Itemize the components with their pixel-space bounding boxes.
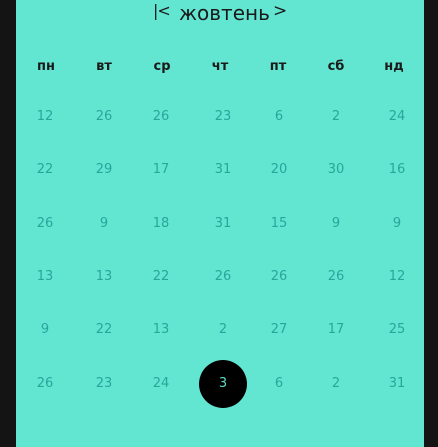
day-cell[interactable]: 12 (23, 95, 67, 139)
day-cell[interactable]: 29 (82, 148, 126, 192)
day-cell[interactable]: 26 (201, 255, 245, 299)
day-cell[interactable]: 9 (314, 202, 358, 246)
day-cell[interactable]: 6 (257, 95, 301, 139)
day-cell[interactable]: 13 (82, 255, 126, 299)
day-cell[interactable]: 26 (23, 202, 67, 246)
day-cell[interactable]: 26 (82, 95, 126, 139)
day-cell[interactable]: 13 (23, 255, 67, 299)
day-cell[interactable]: 2 (314, 95, 358, 139)
day-cell[interactable]: 16 (375, 148, 419, 192)
day-cell[interactable]: 9 (375, 202, 419, 246)
day-cell[interactable]: 24 (139, 362, 183, 406)
day-cell[interactable]: 9 (23, 308, 67, 352)
day-cell[interactable]: 31 (375, 362, 419, 406)
day-cell[interactable]: 15 (257, 202, 301, 246)
day-grid: 12 26 26 23 6 2 24 22 29 17 31 20 30 16 26 9 18 31 15 9 9 13 1… (16, 0, 424, 447)
day-cell[interactable]: 12 (375, 255, 419, 299)
day-cell[interactable]: 31 (201, 148, 245, 192)
day-cell[interactable]: 6 (257, 362, 301, 406)
day-cell[interactable]: 26 (139, 95, 183, 139)
day-cell[interactable]: 22 (82, 308, 126, 352)
day-cell[interactable]: 30 (314, 148, 358, 192)
day-cell[interactable]: 18 (139, 202, 183, 246)
day-cell[interactable]: 13 (139, 308, 183, 352)
day-cell[interactable]: 2 (314, 362, 358, 406)
day-cell[interactable]: 22 (23, 148, 67, 192)
day-cell[interactable]: 20 (257, 148, 301, 192)
day-cell[interactable]: 26 (314, 255, 358, 299)
day-cell[interactable]: 23 (201, 95, 245, 139)
day-cell[interactable]: 31 (201, 202, 245, 246)
day-cell[interactable]: 9 (82, 202, 126, 246)
day-cell[interactable]: 25 (375, 308, 419, 352)
day-cell[interactable]: 2 (201, 308, 245, 352)
day-cell[interactable]: 23 (82, 362, 126, 406)
day-cell[interactable]: 26 (257, 255, 301, 299)
day-cell[interactable]: 27 (257, 308, 301, 352)
selected-day[interactable]: 3 (199, 360, 247, 408)
day-cell[interactable]: 17 (139, 148, 183, 192)
day-cell[interactable]: 22 (139, 255, 183, 299)
day-cell[interactable]: 24 (375, 95, 419, 139)
calendar-panel: |< жовтень > пн вт ср чт пт сб нд 12 26 26… (16, 0, 424, 447)
day-cell[interactable]: 17 (314, 308, 358, 352)
day-cell[interactable]: 26 (23, 362, 67, 406)
